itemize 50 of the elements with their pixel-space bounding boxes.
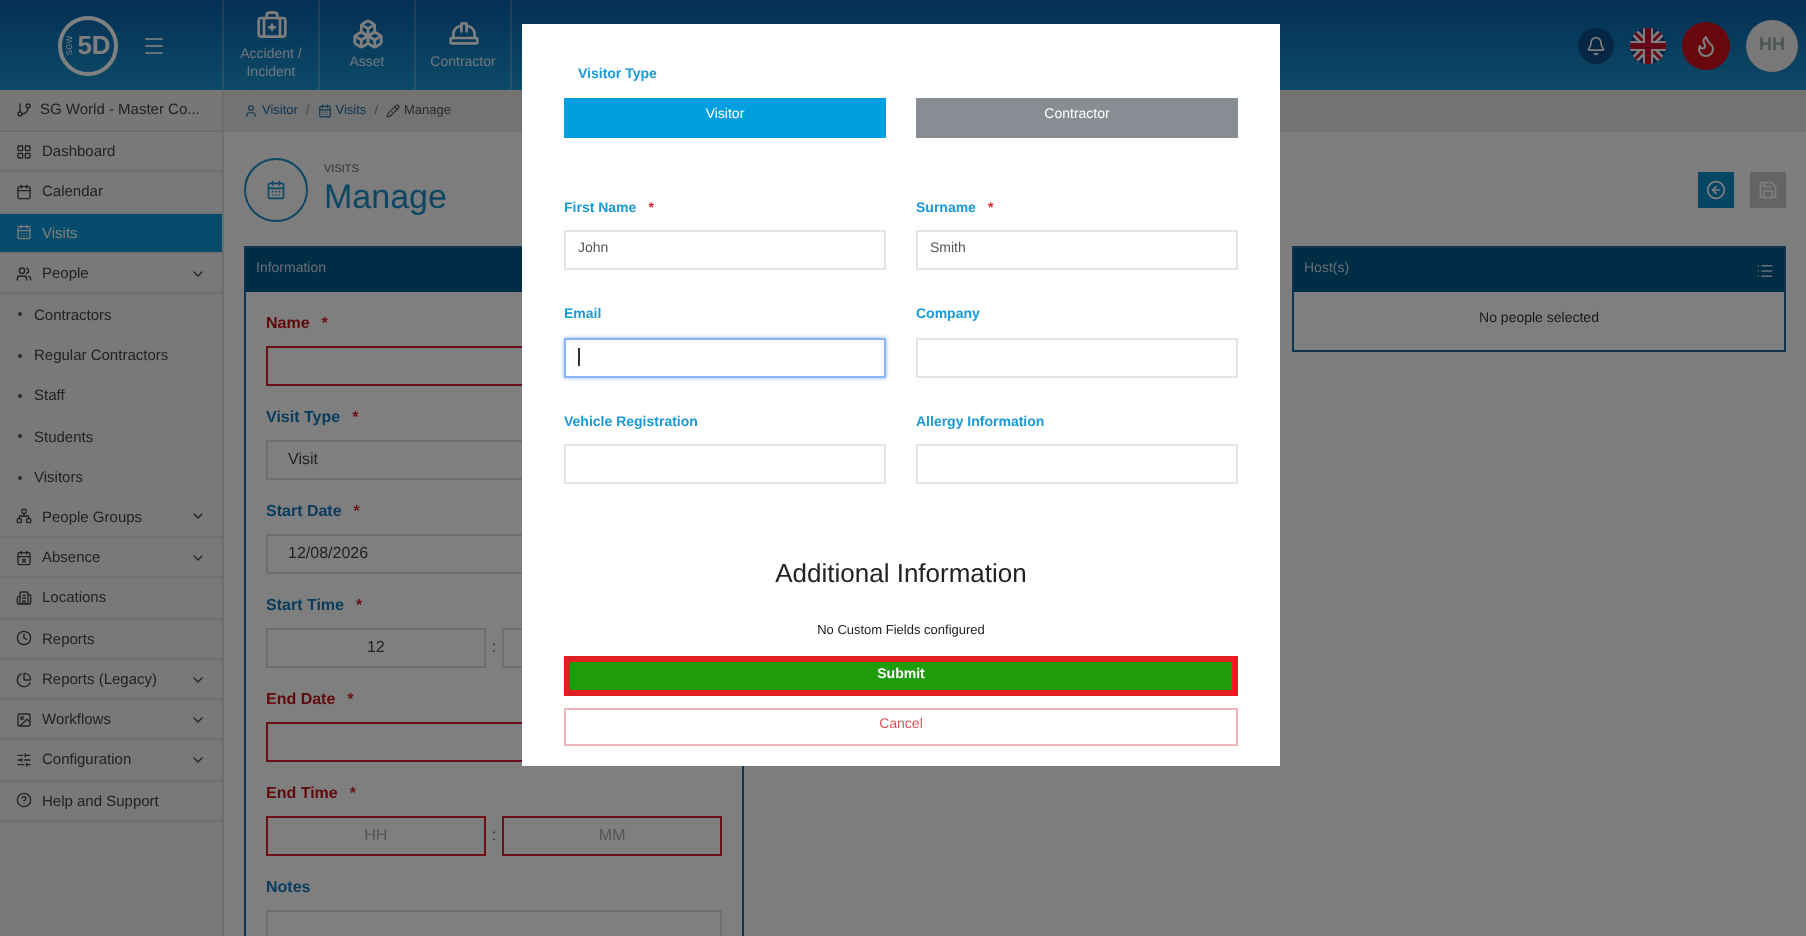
required-mark: * [355,594,363,618]
flame-icon [1694,33,1718,57]
calendar-icon [317,104,332,118]
field-label: Start Date [266,500,342,524]
list-icon[interactable] [1756,261,1774,279]
field-label: Name [266,312,310,336]
field-label: Notes [266,876,311,900]
nav-icon [447,18,479,50]
time-separator: : [491,824,497,848]
alert-button[interactable] [1682,21,1730,69]
save-icon [1758,179,1778,199]
grid-icon [16,143,32,160]
time-separator: : [491,636,497,660]
page-title: Manage [324,179,447,216]
input-field[interactable] [564,337,886,377]
field-label: Visit Type [266,406,341,430]
help-icon [16,792,32,809]
pencil-icon [386,104,400,118]
bell-icon [1586,35,1606,55]
required-mark: * [352,406,359,430]
back-icon [1706,179,1726,199]
required-mark: * [349,782,356,806]
branch-icon [16,102,32,118]
image-icon [16,711,32,728]
required-mark: * [353,500,360,524]
nav-icon [255,9,287,41]
clock-icon [16,630,32,647]
sliders-icon [16,752,32,769]
pie-chart-icon [16,671,32,687]
field-label: Start Time [266,594,344,618]
back-button[interactable] [1698,171,1734,207]
field-label: End Time [266,782,338,806]
nav-icon [351,18,383,50]
required-mark: * [347,688,354,712]
save-button[interactable] [1750,171,1786,207]
people-icon [16,265,32,282]
section-heading: Additional Information [773,556,1029,592]
network-icon [16,508,32,525]
required-mark: * [321,312,328,336]
building-icon [16,589,32,606]
flag-icon[interactable] [1630,27,1666,63]
calendar-icon [16,183,32,200]
calendar-icon [16,224,32,241]
field-label: End Date [266,688,336,712]
person-icon [244,104,258,118]
menu-icon[interactable] [141,33,165,57]
hours-field[interactable]: 12 [266,628,486,668]
notification-button[interactable] [1578,27,1614,63]
calendar-icon [266,179,286,199]
calendar-icon [16,549,32,566]
